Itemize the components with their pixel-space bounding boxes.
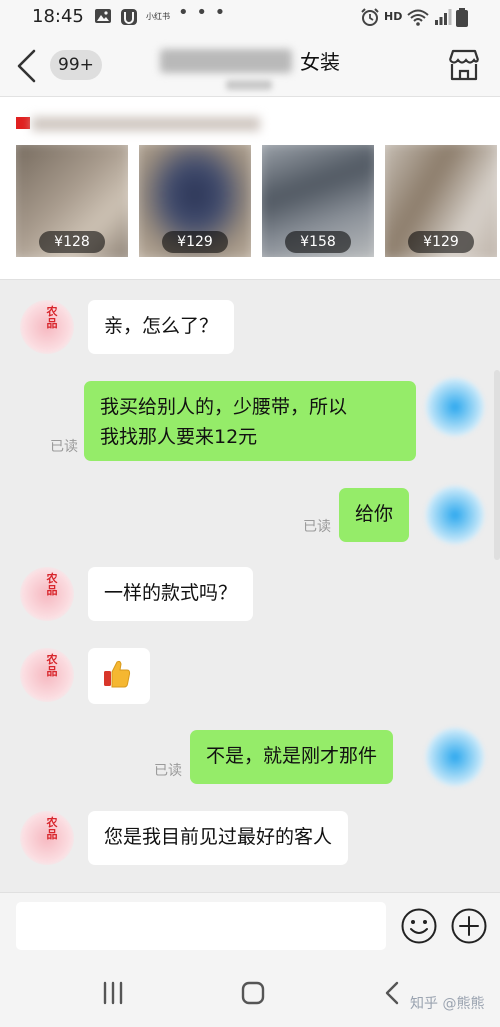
- chat-header: 99+ 女装: [0, 34, 500, 97]
- scrollbar-thumb[interactable]: [494, 370, 500, 560]
- input-bar: [0, 892, 500, 961]
- title-suffix: 女装: [300, 50, 340, 74]
- product-price: ¥129: [408, 231, 474, 253]
- avatar-seal-text: 农品: [46, 653, 58, 678]
- message-bubble[interactable]: 一样的款式吗？: [88, 567, 254, 621]
- recent-apps-icon[interactable]: [98, 978, 128, 1008]
- user-avatar[interactable]: [426, 486, 484, 544]
- message-line: 我买给别人的，少腰带，所以: [100, 396, 348, 418]
- image-icon: [95, 9, 111, 23]
- message-bubble[interactable]: 不是，就是刚才那件: [190, 730, 394, 784]
- shop-title-redacted: [32, 117, 260, 131]
- message-bubble[interactable]: 亲，怎么了？: [88, 300, 235, 354]
- message-input[interactable]: [16, 902, 386, 950]
- shop-avatar[interactable]: 农品: [20, 648, 74, 702]
- home-icon[interactable]: [238, 978, 268, 1008]
- wifi-icon: [407, 9, 429, 26]
- product-strip: ¥128 ¥129 ¥158 ¥129: [0, 97, 500, 280]
- title-redacted: [160, 49, 292, 73]
- system-nav-bar: 知乎 @熊熊: [0, 960, 500, 1027]
- status-time: 18:45: [32, 6, 84, 27]
- read-receipt: 已读: [154, 763, 182, 779]
- message-bubble[interactable]: 您是我目前见过最好的客人: [88, 811, 349, 865]
- product-price: ¥129: [162, 231, 228, 253]
- message-bubble[interactable]: 给你: [339, 488, 410, 542]
- store-icon[interactable]: [446, 48, 482, 82]
- watermark: 知乎 @熊熊: [410, 996, 485, 1012]
- emoji-icon[interactable]: [400, 907, 438, 945]
- back-arrow-icon[interactable]: [14, 48, 40, 84]
- shop-tag: [16, 117, 30, 129]
- alarm-icon: [361, 8, 379, 26]
- avatar-seal-text: 农品: [46, 572, 58, 597]
- status-bar: 18:45 小红书 • • • HD: [0, 0, 500, 34]
- chat-title: 女装: [160, 46, 340, 78]
- user-avatar[interactable]: [426, 728, 484, 786]
- back-icon[interactable]: [378, 978, 408, 1008]
- avatar-seal-text: 农品: [46, 816, 58, 841]
- read-receipt: 已读: [50, 439, 78, 455]
- thumbs-up-icon: [104, 660, 131, 688]
- u-app-icon: [121, 9, 137, 25]
- signal-icon: [435, 9, 452, 25]
- shop-avatar[interactable]: 农品: [20, 811, 74, 865]
- small-app-label: 小红书: [146, 12, 170, 21]
- shop-avatar[interactable]: 农品: [20, 567, 74, 621]
- message-line: 我找那人要来12元: [100, 426, 258, 448]
- plus-icon[interactable]: [450, 907, 488, 945]
- unread-count-badge[interactable]: 99+: [50, 50, 102, 80]
- overflow-dots: • • •: [178, 2, 227, 23]
- read-receipt: 已读: [303, 519, 331, 535]
- product-price: ¥128: [39, 231, 105, 253]
- subtitle-redacted: [226, 80, 272, 90]
- message-bubble[interactable]: [88, 648, 150, 704]
- message-bubble[interactable]: 我买给别人的，少腰带，所以 我找那人要来12元: [84, 381, 416, 461]
- product-price: ¥158: [285, 231, 351, 253]
- network-label: HD: [384, 10, 403, 23]
- shop-avatar[interactable]: 农品: [20, 300, 74, 354]
- battery-icon: [456, 8, 468, 27]
- user-avatar[interactable]: [426, 378, 484, 436]
- avatar-seal-text: 农品: [46, 305, 58, 330]
